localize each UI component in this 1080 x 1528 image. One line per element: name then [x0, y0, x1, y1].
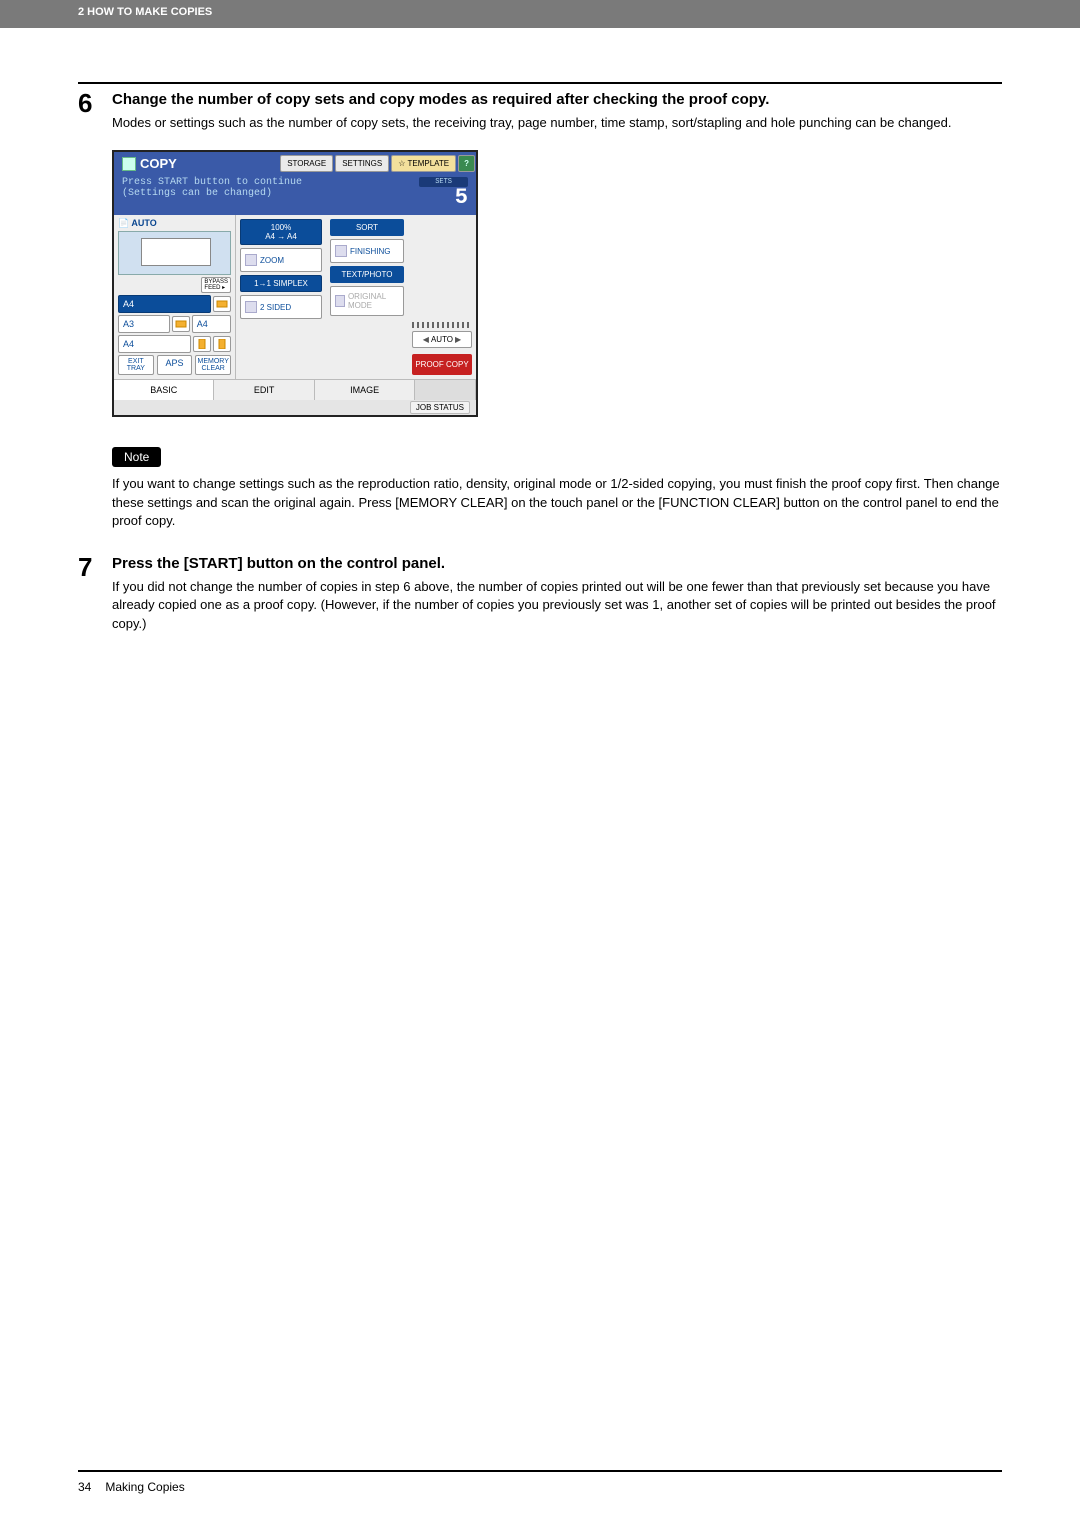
tray-orient-icon — [193, 336, 211, 352]
sort-display: SORT — [330, 219, 404, 236]
job-status-button[interactable]: JOB STATUS — [410, 401, 470, 414]
chevron-right-icon: ▶ — [455, 335, 461, 344]
storage-button[interactable]: STORAGE — [280, 155, 333, 172]
settings-button[interactable]: SETTINGS — [335, 155, 389, 172]
bypass-feed-button[interactable]: BYPASSFEED ▸ — [201, 277, 231, 293]
step-7-text: If you did not change the number of copi… — [112, 578, 1002, 633]
tab-basic[interactable]: BASIC — [114, 379, 214, 400]
tray-orient-icon — [172, 316, 190, 332]
step-7-heading: Press the [START] button on the control … — [112, 554, 1002, 574]
chevron-left-icon: ◀ — [423, 335, 429, 344]
help-button[interactable]: ? — [458, 155, 475, 172]
tray-a3[interactable]: A3 — [118, 315, 170, 333]
note-badge: Note — [112, 447, 161, 467]
zoom-icon — [245, 254, 257, 266]
step-7-number: 7 — [78, 554, 112, 633]
step-7: 7 Press the [START] button on the contro… — [78, 554, 1002, 633]
bottom-rule — [78, 1470, 1002, 1472]
tray-a4-selected[interactable]: A4 — [118, 295, 211, 313]
zoom-button[interactable]: ZOOM — [240, 248, 322, 272]
template-button[interactable]: ☆ TEMPLATE — [391, 155, 456, 172]
zoom-ratio-display: 100% A4 → A4 — [240, 219, 322, 245]
tab-edit[interactable]: EDIT — [214, 379, 314, 400]
tray-orient-icon — [213, 336, 231, 352]
tray-orient-icon — [213, 296, 231, 312]
sets-value: 5 — [419, 187, 468, 209]
tab-image[interactable]: IMAGE — [315, 379, 415, 400]
exit-tray-button[interactable]: EXIT TRAY — [118, 355, 154, 375]
text-photo-display: TEXT/PHOTO — [330, 266, 404, 283]
right-col-a4[interactable]: A4 — [192, 315, 231, 333]
note-block: Note If you want to change settings such… — [112, 447, 1002, 530]
step-6-text: Modes or settings such as the number of … — [112, 114, 1002, 132]
duplex-icon — [245, 301, 257, 313]
proof-copy-button[interactable]: PROOF COPY — [412, 354, 472, 375]
template-label: TEMPLATE — [407, 159, 449, 168]
finishing-button[interactable]: FINISHING — [330, 239, 404, 263]
finishing-icon — [335, 245, 347, 257]
simplex-display: 1→1 SIMPLEX — [240, 275, 322, 292]
step-6-heading: Change the number of copy sets and copy … — [112, 90, 1002, 110]
two-sided-button[interactable]: 2 SIDED — [240, 295, 322, 319]
footer: 34 Making Copies — [0, 1480, 1080, 1494]
note-text: If you want to change settings such as t… — [112, 475, 1002, 530]
tray-a4-2[interactable]: A4 — [118, 335, 191, 353]
aps-button[interactable]: APS — [157, 355, 193, 375]
original-mode-button[interactable]: ORIGINAL MODE — [330, 286, 404, 316]
step-6: 6 Change the number of copy sets and cop… — [78, 90, 1002, 132]
step-6-number: 6 — [78, 90, 112, 132]
density-scale — [412, 322, 472, 328]
footer-title: Making Copies — [105, 1480, 184, 1494]
copy-title: COPY — [114, 152, 279, 175]
copy-title-text: COPY — [140, 156, 177, 171]
copy-icon — [122, 157, 136, 171]
job-status-bar: JOB STATUS — [114, 400, 476, 415]
header-breadcrumb: 2 HOW TO MAKE COPIES — [0, 0, 1080, 28]
density-auto-button[interactable]: ◀ AUTO ▶ — [412, 331, 472, 348]
memory-clear-button[interactable]: MEMORY CLEAR — [195, 355, 231, 375]
page-number: 34 — [78, 1480, 102, 1494]
auto-label: 📄 AUTO — [118, 218, 231, 229]
copy-panel-figure: COPY STORAGE SETTINGS ☆ TEMPLATE ? Press… — [112, 150, 478, 417]
star-icon: ☆ — [398, 159, 405, 168]
status-line-1: Press START button to continue — [122, 177, 302, 188]
original-mode-icon — [335, 295, 345, 307]
status-message-bar: Press START button to continue (Settings… — [114, 175, 476, 215]
status-line-2: (Settings can be changed) — [122, 188, 302, 199]
paper-preview — [118, 231, 231, 275]
